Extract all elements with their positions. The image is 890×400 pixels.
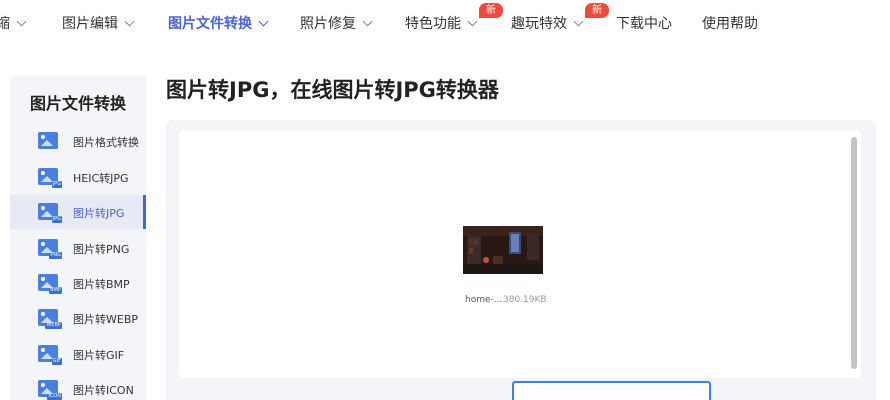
- sidebar-item-heic-jpg[interactable]: JPG HEIC转JPG: [10, 160, 146, 194]
- nav-item-help[interactable]: 使用帮助: [702, 13, 758, 33]
- new-badge: 新: [585, 3, 609, 18]
- image-to-jpg-icon: JPG: [38, 203, 62, 223]
- nav-item-fun-effects[interactable]: 趣玩特效: [511, 13, 584, 33]
- sidebar-item-image-to-jpg[interactable]: JPG 图片转JPG: [10, 195, 146, 229]
- nav-item-photo-repair[interactable]: 照片修复: [300, 13, 373, 33]
- sidebar: 图片文件转换 图片格式转换 JPG HEIC转JPG JPG 图片转JPG PN…: [10, 76, 146, 400]
- sidebar-item-image-to-webp[interactable]: WEBP 图片转WEBP: [10, 301, 146, 335]
- new-badge: 新: [479, 3, 503, 18]
- chevron-down-icon: [124, 16, 135, 27]
- nav-item-file-convert[interactable]: 图片文件转换: [168, 13, 269, 33]
- file-thumbnail: [463, 226, 543, 274]
- image-to-png-icon: PNG: [38, 239, 62, 259]
- sidebar-item-image-to-icon[interactable]: ICON 图片转ICON: [10, 372, 146, 400]
- sidebar-item-image-to-bmp[interactable]: BMP 图片转BMP: [10, 266, 146, 300]
- sidebar-item-image-format[interactable]: 图片格式转换: [10, 124, 146, 158]
- sidebar-title: 图片文件转换: [30, 94, 127, 113]
- nav-item-features[interactable]: 特色功能: [405, 13, 478, 33]
- image-to-bmp-icon: BMP: [38, 274, 62, 294]
- file-size: 380.19KB: [503, 295, 547, 305]
- chevron-down-icon: [258, 16, 269, 27]
- chevron-down-icon: [362, 16, 373, 27]
- nav-item-image-edit[interactable]: 图片编辑: [62, 13, 135, 33]
- convert-button[interactable]: [512, 381, 711, 400]
- heic-jpg-icon: JPG: [38, 168, 62, 188]
- image-to-icon-icon: ICON: [38, 380, 62, 400]
- sidebar-item-image-to-png[interactable]: PNG 图片转PNG: [10, 231, 146, 265]
- nav-item-compress[interactable]: 缩: [0, 13, 27, 33]
- nav-item-download[interactable]: 下载中心: [616, 13, 672, 33]
- file-name: home-...: [465, 295, 503, 305]
- scrollbar[interactable]: [851, 137, 857, 369]
- page-title: 图片转JPG，在线图片转JPG转换器: [166, 78, 499, 102]
- sidebar-item-image-to-gif[interactable]: GIF 图片转GIF: [10, 337, 146, 371]
- top-nav: 缩 图片编辑 图片文件转换 照片修复 特色功能 新 趣玩特效 新 下载中心 使用…: [0, 0, 890, 44]
- image-to-gif-icon: GIF: [38, 345, 62, 365]
- image-to-webp-icon: WEBP: [38, 309, 62, 329]
- chevron-down-icon: [16, 16, 27, 27]
- chevron-down-icon: [573, 16, 584, 27]
- chevron-down-icon: [467, 16, 478, 27]
- image-format-icon: [38, 132, 58, 149]
